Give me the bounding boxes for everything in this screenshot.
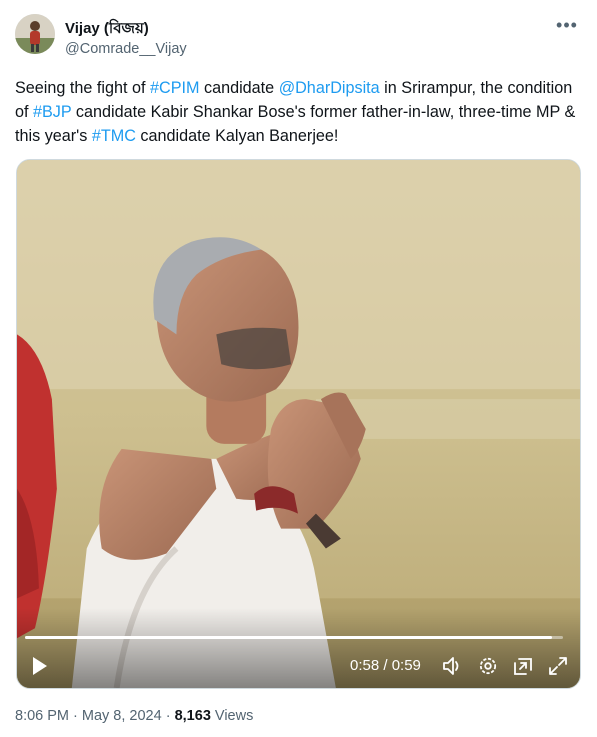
play-icon[interactable]	[31, 654, 49, 678]
author-handle[interactable]: @Comrade__Vijay	[65, 39, 187, 59]
views-count: 8,163	[174, 708, 211, 724]
volume-icon[interactable]	[441, 654, 463, 678]
tweet-date[interactable]: May 8, 2024	[82, 708, 162, 724]
tweet-text-segment: candidate Kalyan Banerjee!	[135, 127, 339, 145]
tweet-header: Vijay (বিজয়) @Comrade__Vijay •••	[15, 14, 582, 60]
hashtag-cpim-link[interactable]: #CPIM	[150, 79, 199, 97]
tweet-text: Seeing the fight of #CPIM candidate @Dha…	[15, 76, 585, 148]
fullscreen-icon[interactable]	[547, 654, 569, 678]
hashtag-tmc-link[interactable]: #TMC	[92, 127, 136, 145]
video-player[interactable]: 0:58 / 0:59	[16, 159, 581, 689]
ellipsis-icon[interactable]: •••	[554, 16, 580, 38]
picture-in-picture-icon[interactable]	[511, 654, 535, 678]
views-label: Views	[210, 708, 254, 724]
tweet-meta: 8:06 PM · May 8, 2024 · 8,163 Views	[15, 706, 253, 726]
settings-icon[interactable]	[477, 654, 499, 678]
video-progress-bar[interactable]	[25, 636, 563, 639]
tweet-text-segment: candidate	[199, 79, 279, 97]
avatar[interactable]	[15, 14, 55, 54]
tweet-text-segment: Seeing the fight of	[15, 79, 150, 97]
mention-dhardipsita-link[interactable]: @DharDipsita	[279, 79, 380, 97]
tweet-time[interactable]: 8:06 PM	[15, 708, 69, 724]
video-time: 0:58 / 0:59	[350, 657, 421, 674]
hashtag-bjp-link[interactable]: #BJP	[33, 103, 71, 121]
author-names: Vijay (বিজয়) @Comrade__Vijay	[65, 20, 187, 59]
author-display-name[interactable]: Vijay (বিজয়)	[65, 20, 187, 38]
video-progress-fill	[25, 636, 553, 639]
meta-separator: ·	[161, 708, 175, 724]
meta-separator: ·	[69, 708, 82, 724]
